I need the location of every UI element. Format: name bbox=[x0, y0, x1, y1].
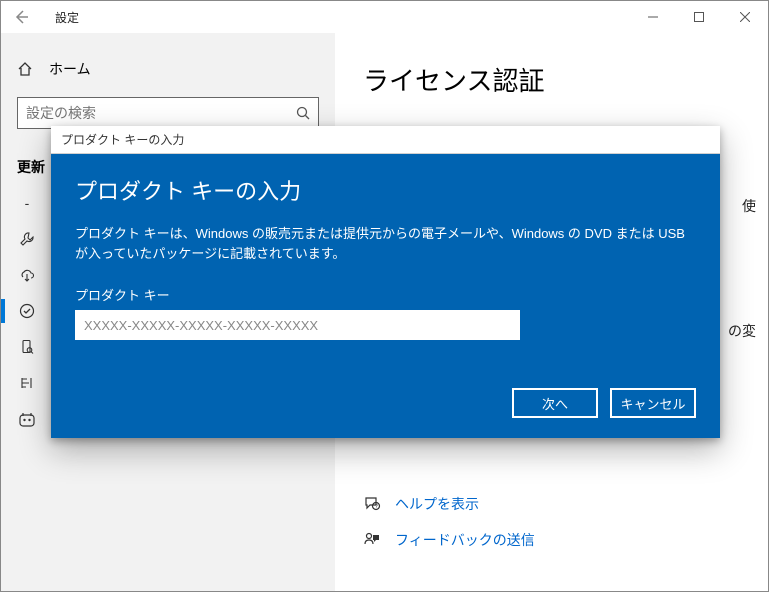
feedback-link[interactable]: フィードバックの送信 bbox=[395, 530, 535, 550]
cloud-download-icon bbox=[17, 267, 37, 283]
search-field[interactable] bbox=[26, 105, 310, 121]
dialog-heading: プロダクト キーの入力 bbox=[75, 174, 696, 206]
feedback-link-row: フィードバックの送信 bbox=[363, 522, 740, 558]
product-key-label: プロダクト キー bbox=[75, 285, 696, 304]
obscured-text: 使 bbox=[742, 196, 756, 216]
wrench-icon bbox=[17, 231, 37, 247]
dialog-titlebar: プロダクト キーの入力 bbox=[51, 126, 720, 154]
titlebar: 設定 bbox=[1, 1, 768, 33]
check-circle-icon bbox=[17, 303, 37, 319]
cancel-button[interactable]: キャンセル bbox=[610, 388, 696, 418]
help-link-row: ? ヘルプを表示 bbox=[363, 486, 740, 522]
dialog-description: プロダクト キーは、Windows の販売元または提供元からの電子メールや、Wi… bbox=[75, 224, 696, 263]
insider-icon bbox=[17, 411, 37, 429]
obscured-text: の変 bbox=[728, 321, 756, 341]
phone-search-icon bbox=[17, 339, 37, 355]
back-icon[interactable] bbox=[13, 9, 45, 25]
page-title: ライセンス認証 bbox=[363, 61, 740, 98]
dash-icon: - bbox=[17, 195, 37, 211]
svg-text:?: ? bbox=[375, 504, 378, 510]
maximize-button[interactable] bbox=[676, 1, 722, 33]
minimize-button[interactable] bbox=[630, 1, 676, 33]
help-link[interactable]: ヘルプを表示 bbox=[395, 494, 479, 514]
developer-icon bbox=[17, 375, 37, 391]
close-button[interactable] bbox=[722, 1, 768, 33]
feedback-icon bbox=[363, 531, 387, 549]
next-button[interactable]: 次へ bbox=[512, 388, 598, 418]
search-input[interactable] bbox=[17, 97, 319, 129]
product-key-input[interactable] bbox=[75, 310, 520, 340]
product-key-dialog: プロダクト キーの入力 プロダクト キーの入力 プロダクト キーは、Window… bbox=[51, 126, 720, 438]
sidebar-home-label: ホーム bbox=[49, 59, 91, 79]
home-icon bbox=[17, 61, 33, 77]
window-title: 設定 bbox=[45, 9, 630, 26]
search-icon bbox=[296, 106, 310, 120]
chat-help-icon: ? bbox=[363, 495, 387, 513]
sidebar-home[interactable]: ホーム bbox=[1, 53, 335, 97]
